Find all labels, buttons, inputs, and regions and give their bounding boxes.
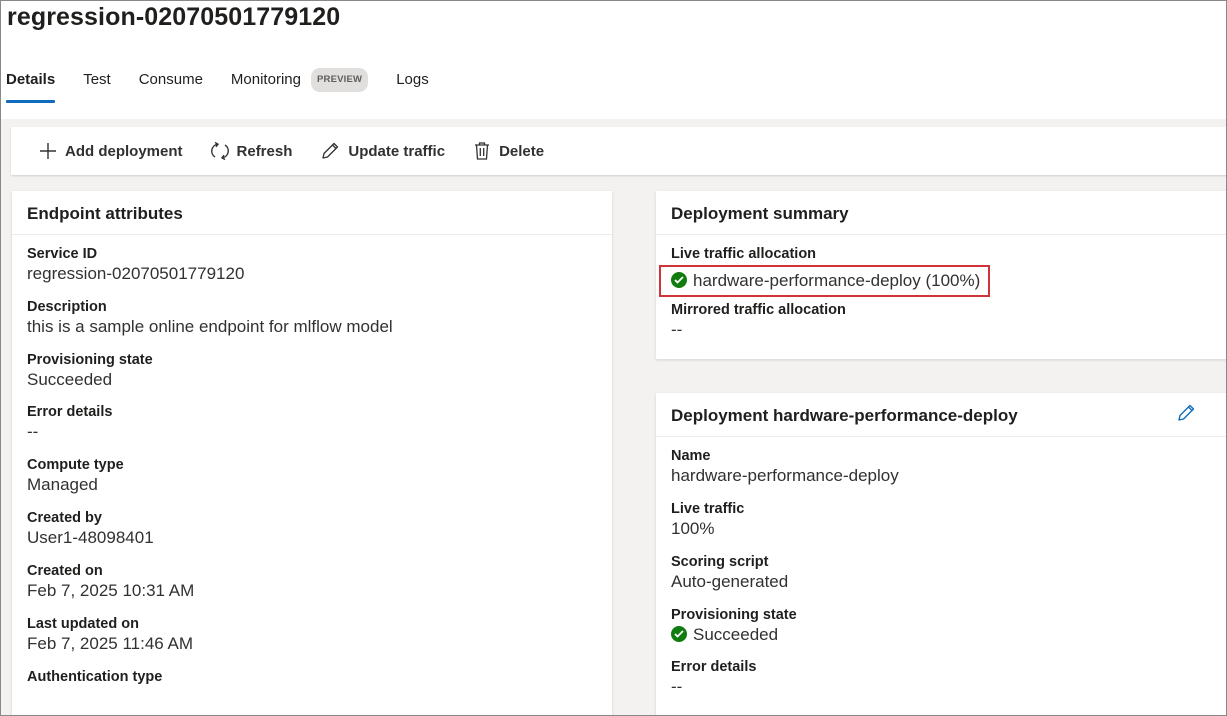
- tab-test[interactable]: Test: [83, 70, 111, 90]
- highlight-box: hardware-performance-deploy (100%): [659, 265, 991, 297]
- success-check-icon: [671, 626, 687, 642]
- endpoint-attributes-card: Endpoint attributes Service ID regressio…: [12, 191, 612, 715]
- tab-logs[interactable]: Logs: [396, 70, 429, 90]
- tab-details[interactable]: Details: [6, 70, 56, 103]
- deployment-summary-card: Deployment summary Live traffic allocati…: [656, 191, 1226, 359]
- field-label: Provisioning state: [671, 607, 797, 623]
- field-value: 100%: [671, 519, 715, 538]
- error-details-field: Error details --: [12, 403, 612, 443]
- field-label: Error details: [671, 659, 757, 675]
- live-traffic-value: hardware-performance-deploy (100%): [693, 271, 981, 290]
- delete-label: Delete: [499, 142, 545, 160]
- field-label: Scoring script: [671, 554, 769, 570]
- field-value: Auto-generated: [671, 572, 789, 591]
- live-traffic-allocation-field: Live traffic allocation hardware-perform…: [656, 245, 1226, 297]
- field-label: Error details: [27, 404, 113, 420]
- field-value: Managed: [27, 475, 98, 494]
- edit-icon[interactable]: [1176, 403, 1196, 423]
- tab-monitoring-label: Monitoring: [230, 71, 301, 88]
- field-label: Mirrored traffic allocation: [671, 302, 846, 318]
- service-id-field: Service ID regression-02070501779120: [12, 245, 612, 285]
- authentication-type-field: Authentication type: [12, 668, 612, 686]
- endpoint-details-page: regression-02070501779120 Details Test C…: [0, 0, 1227, 716]
- field-value: --: [671, 320, 683, 339]
- name-field: Name hardware-performance-deploy: [656, 447, 1226, 487]
- pencil-icon: [322, 142, 339, 159]
- field-label: Authentication type: [27, 669, 163, 685]
- tab-monitoring[interactable]: Monitoring PREVIEW: [230, 68, 369, 92]
- field-value: --: [671, 677, 683, 696]
- update-traffic-label: Update traffic: [348, 142, 446, 160]
- refresh-label: Refresh: [236, 142, 293, 160]
- last-updated-field: Last updated on Feb 7, 2025 11:46 AM: [12, 615, 612, 655]
- preview-badge: PREVIEW: [310, 68, 369, 92]
- field-label: Created on: [27, 563, 103, 579]
- add-icon: [40, 143, 56, 159]
- deployment-card: Deployment hardware-performance-deploy N…: [656, 393, 1226, 715]
- deployment-title: Deployment hardware-performance-deploy: [656, 393, 1226, 437]
- deployment-summary-title: Deployment summary: [656, 191, 1226, 235]
- endpoint-attributes-title: Endpoint attributes: [12, 191, 612, 235]
- field-label: Name: [671, 448, 711, 464]
- success-check-icon: [671, 272, 687, 288]
- trash-icon: [475, 142, 490, 160]
- scoring-script-field: Scoring script Auto-generated: [656, 553, 1226, 593]
- field-value: Succeeded: [27, 370, 113, 389]
- field-label: Live traffic: [671, 501, 745, 517]
- page-title: regression-02070501779120: [7, 3, 341, 31]
- field-value: Feb 7, 2025 11:46 AM: [27, 634, 194, 653]
- command-bar: Add deployment Refresh Update traffic De…: [11, 127, 1226, 175]
- update-traffic-button[interactable]: Update traffic: [320, 141, 445, 161]
- tab-consume[interactable]: Consume: [139, 70, 203, 90]
- field-label: Compute type: [27, 457, 124, 473]
- refresh-icon: [210, 141, 229, 161]
- add-deployment-label: Add deployment: [65, 142, 183, 160]
- add-deployment-button[interactable]: Add deployment: [39, 142, 183, 160]
- field-label: Provisioning state: [27, 352, 153, 368]
- field-label: Last updated on: [27, 616, 139, 632]
- field-label: Service ID: [27, 246, 98, 262]
- field-label: Created by: [27, 510, 102, 526]
- created-by-field: Created by User1-48098401: [12, 509, 612, 549]
- description-field: Description this is a sample online endp…: [12, 298, 612, 338]
- delete-button[interactable]: Delete: [473, 141, 544, 161]
- refresh-button[interactable]: Refresh: [210, 141, 293, 161]
- tab-bar: Details Test Consume Monitoring PREVIEW L…: [6, 68, 457, 103]
- live-traffic-field: Live traffic 100%: [656, 500, 1226, 540]
- field-label: Live traffic allocation: [671, 246, 817, 262]
- field-value: this is a sample online endpoint for mlf…: [27, 317, 393, 336]
- created-on-field: Created on Feb 7, 2025 10:31 AM: [12, 562, 612, 602]
- field-value: hardware-performance-deploy: [671, 466, 899, 485]
- field-value: User1-48098401: [27, 528, 154, 547]
- field-value: regression-02070501779120: [27, 264, 245, 283]
- provisioning-state-field: Provisioning state Succeeded: [12, 351, 612, 391]
- field-value: Succeeded: [693, 625, 779, 644]
- field-value: Feb 7, 2025 10:31 AM: [27, 581, 195, 600]
- compute-type-field: Compute type Managed: [12, 456, 612, 496]
- page-header: regression-02070501779120 Details Test C…: [1, 1, 1226, 119]
- error-details-field: Error details --: [656, 658, 1226, 698]
- provisioning-state-field: Provisioning state Succeeded: [656, 606, 1226, 646]
- field-label: Description: [27, 299, 107, 315]
- field-value: --: [27, 422, 39, 441]
- mirrored-traffic-field: Mirrored traffic allocation --: [656, 301, 1226, 341]
